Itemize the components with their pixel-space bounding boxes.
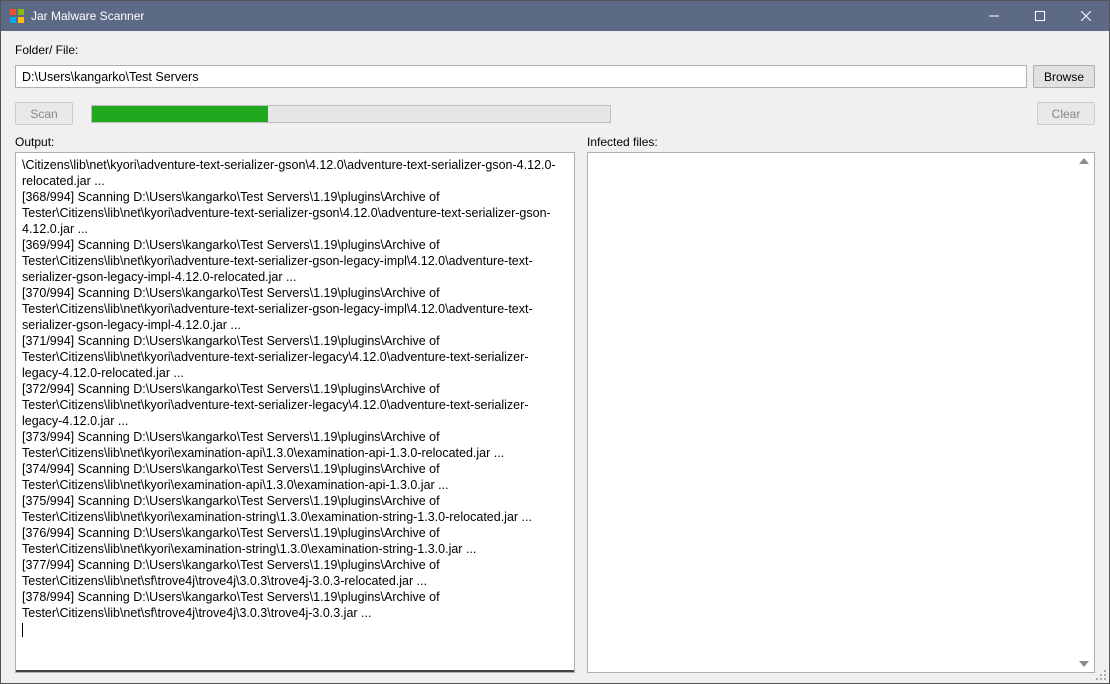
caption-buttons (971, 1, 1109, 31)
folder-label: Folder/ File: (15, 43, 1095, 57)
output-panel[interactable]: \Citizens\lib\net\kyori\adventure-text-s… (15, 152, 575, 673)
maximize-button[interactable] (1017, 1, 1063, 31)
scroll-up-icon[interactable] (1079, 158, 1089, 164)
output-scroll-indicator (16, 670, 574, 672)
app-window: Jar Malware Scanner Folder/ File: Browse… (0, 0, 1110, 684)
output-label: Output: (15, 135, 575, 149)
infected-label: Infected files: (587, 135, 1095, 149)
window-title: Jar Malware Scanner (31, 1, 971, 31)
resize-grip-icon[interactable] (1093, 667, 1107, 681)
clear-button[interactable]: Clear (1037, 102, 1095, 125)
progress-fill (92, 106, 268, 122)
scroll-down-icon[interactable] (1079, 661, 1089, 667)
path-input[interactable] (15, 65, 1027, 88)
infected-panel[interactable] (587, 152, 1095, 673)
minimize-button[interactable] (971, 1, 1017, 31)
titlebar[interactable]: Jar Malware Scanner (1, 1, 1109, 31)
close-button[interactable] (1063, 1, 1109, 31)
progress-bar (91, 105, 611, 123)
browse-button[interactable]: Browse (1033, 65, 1095, 88)
infected-scrollbar[interactable] (1075, 155, 1092, 670)
app-icon (9, 8, 25, 24)
scan-button[interactable]: Scan (15, 102, 73, 125)
infected-text[interactable] (594, 157, 1088, 668)
client-area: Folder/ File: Browse Scan Clear O (1, 31, 1109, 683)
output-text[interactable]: \Citizens\lib\net\kyori\adventure-text-s… (22, 157, 568, 670)
